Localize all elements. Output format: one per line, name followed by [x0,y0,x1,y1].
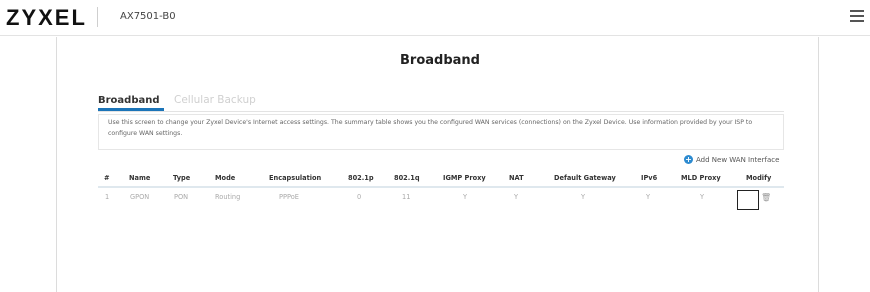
cell-type: PON [174,193,189,201]
edit-button[interactable] [737,190,759,210]
cell-mld-proxy: Y [700,193,705,201]
col-header-ipv6: IPv6 [641,174,658,182]
cell-8021p: 0 [357,193,362,201]
description-text: Use this screen to change your Zyxel Dev… [108,119,753,137]
description-box: Use this screen to change your Zyxel Dev… [98,114,784,150]
tab-broadband[interactable]: Broadband [98,95,160,106]
col-header-mld-proxy: MLD Proxy [681,174,721,182]
header-divider [97,7,98,27]
add-wan-label: Add New WAN Interface [696,155,780,164]
cell-default-gateway: Y [581,193,586,201]
top-bar: ZYXEL AX7501-B0 [0,0,870,36]
page-title: Broadband [400,53,480,68]
cell-8021q: 11 [402,193,411,201]
add-new-wan-interface-button[interactable]: + Add New WAN Interface [684,155,779,164]
col-header-modify: Modify [746,174,772,182]
delete-icon[interactable]: 🗑 [761,193,771,202]
table-row: 1 GPON PON Routing PPPoE 0 11 Y Y Y Y Y [98,192,784,204]
col-header-igmp-proxy: IGMP Proxy [443,174,486,182]
table-header: # Name Type Mode Encapsulation 802.1p 80… [98,174,784,188]
zyxel-logo: ZYXEL [6,5,87,30]
cell-index: 1 [105,193,110,201]
col-header-8021q: 802.1q [394,174,420,182]
cell-name: GPON [130,193,150,201]
cell-nat: Y [514,193,519,201]
cell-igmp-proxy: Y [463,193,468,201]
col-header-default-gateway: Default Gateway [554,174,616,182]
col-header-name: Name [129,174,151,182]
content-frame-right [818,37,819,292]
cell-encapsulation: PPPoE [279,193,299,201]
content-frame-left [56,37,57,292]
model-name: AX7501-B0 [120,11,176,22]
col-header-mode: Mode [215,174,236,182]
col-header-encapsulation: Encapsulation [269,174,322,182]
col-header-type: Type [173,174,191,182]
tab-divider [98,111,784,112]
col-header-nat: NAT [509,174,524,182]
col-header-index: # [104,174,110,182]
cell-ipv6: Y [646,193,651,201]
cell-mode: Routing [215,193,241,201]
tab-cellular-backup[interactable]: Cellular Backup [174,94,256,106]
col-header-8021p: 802.1p [348,174,374,182]
add-circle-icon: + [684,155,693,164]
hamburger-menu-icon[interactable] [850,10,864,22]
